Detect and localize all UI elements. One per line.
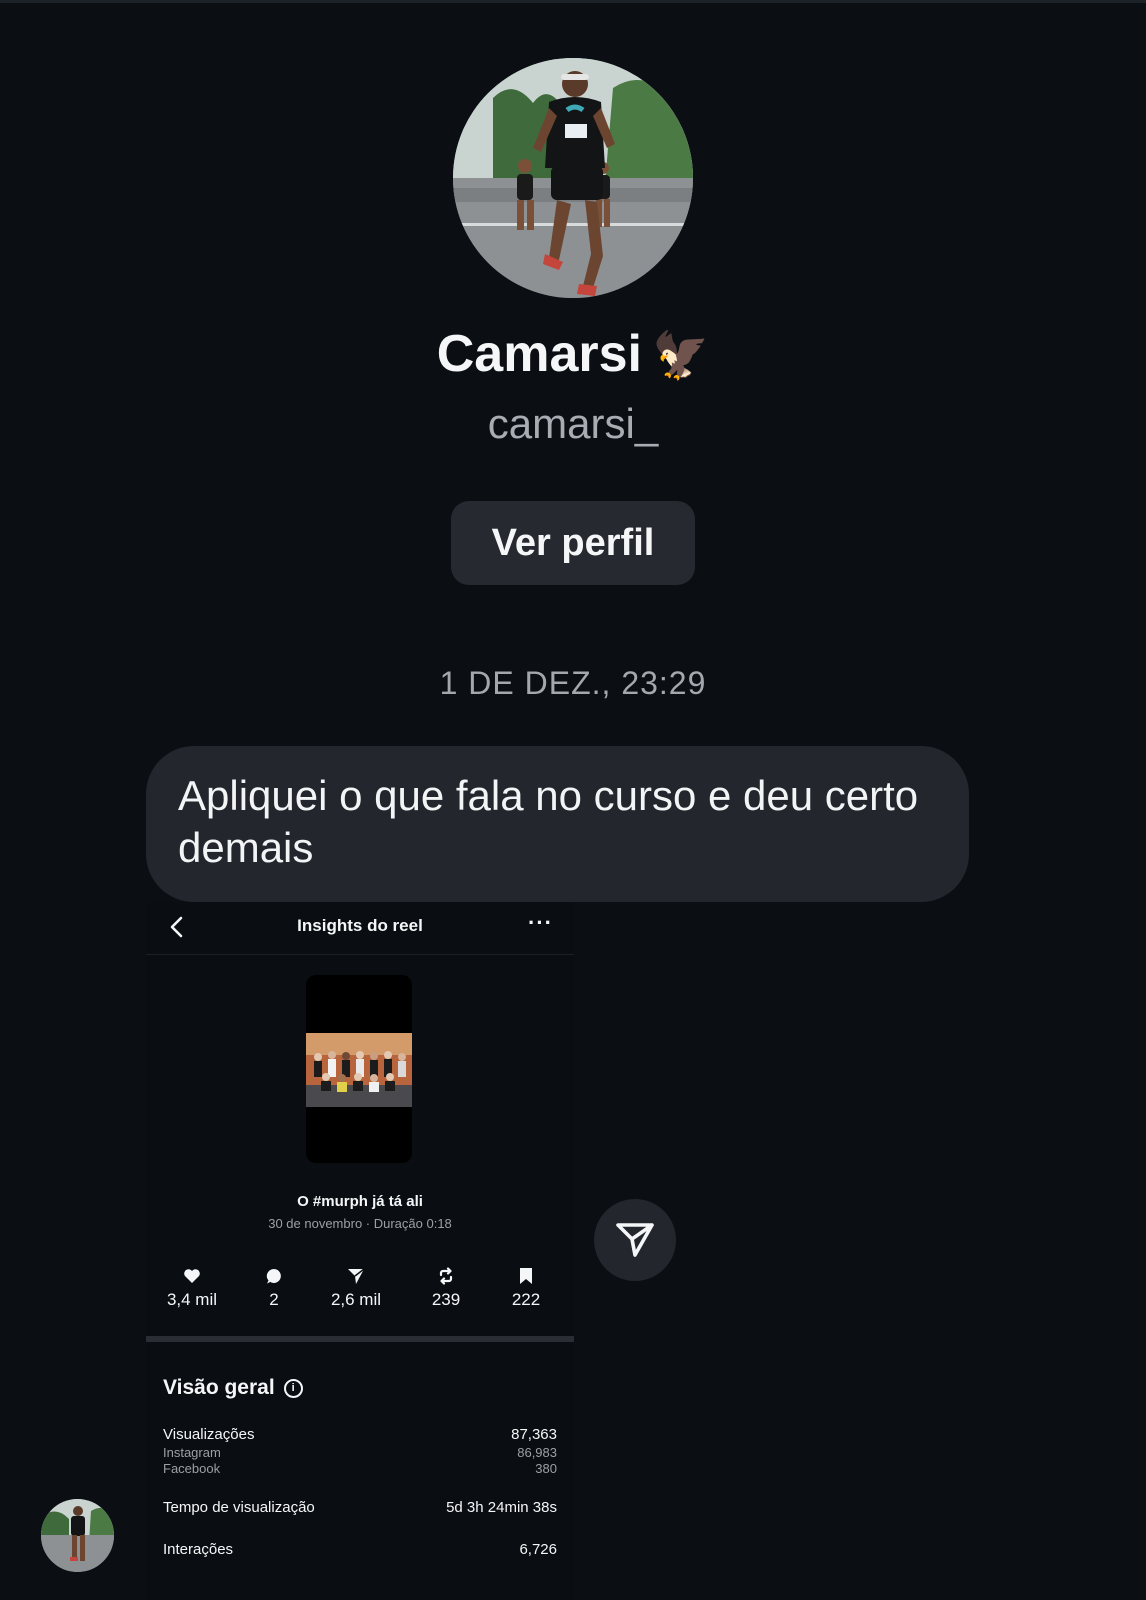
message-bubble[interactable]: Apliquei o que fala no curso e deu certo…	[146, 746, 969, 902]
repost-icon	[439, 1267, 453, 1285]
watch-time-label: Tempo de visualização	[163, 1499, 315, 1516]
stat-reposts: 239	[406, 1266, 486, 1310]
watch-time-value: 5d 3h 24min 38s	[446, 1499, 557, 1516]
message-text: Apliquei o que fala no curso e deu certo…	[178, 772, 919, 871]
insights-header: Insights do reel ···	[146, 902, 574, 955]
profile-handle: camarsi_	[487, 400, 659, 447]
bookmark-icon	[520, 1268, 532, 1284]
runner-photo-small	[41, 1499, 114, 1572]
group-photo	[306, 1033, 412, 1107]
overview-title: Visão geral	[163, 1376, 275, 1399]
interactions-value: 6,726	[519, 1541, 557, 1558]
views-value: 87,363	[511, 1426, 557, 1443]
reel-thumbnail	[306, 975, 412, 1163]
heart-icon	[184, 1269, 200, 1283]
profile-avatar[interactable]	[453, 58, 693, 298]
view-profile-button[interactable]: Ver perfil	[451, 501, 695, 585]
reel-meta: 30 de novembro · Duração 0:18	[268, 1216, 452, 1231]
more-options-icon: ···	[528, 910, 553, 935]
views-label: Visualizações	[163, 1426, 255, 1443]
stat-comments: 2	[234, 1266, 314, 1310]
facebook-value: 380	[535, 1461, 557, 1476]
instagram-value: 86,983	[517, 1445, 557, 1460]
stat-reposts-value: 239	[431, 1290, 461, 1309]
stat-likes-value: 3,4 mil	[166, 1290, 218, 1309]
send-icon	[616, 1223, 654, 1257]
interactions-label: Interações	[163, 1541, 234, 1558]
insights-title: Insights do reel	[297, 916, 423, 935]
sender-avatar[interactable]	[41, 1499, 114, 1572]
section-divider	[146, 1336, 574, 1342]
reel-stats: 3,4 mil 2 2,6 mil 239 222	[146, 1266, 574, 1316]
insights-screenshot[interactable]: Insights do reel ··· O #murph já tá ali …	[146, 902, 574, 1600]
stat-saves-value: 222	[511, 1290, 541, 1309]
instagram-label: Instagram	[163, 1445, 221, 1460]
top-divider	[0, 0, 1146, 3]
info-icon[interactable]: i	[283, 1378, 303, 1398]
share-icon	[348, 1267, 365, 1284]
stat-likes: 3,4 mil	[152, 1266, 232, 1310]
date-separator: 1 DE DEZ., 23:29	[439, 665, 707, 701]
reel-caption: O #murph já tá ali	[297, 1193, 423, 1210]
stat-comments-value: 2	[269, 1290, 279, 1309]
overview-heading: Visão geral i	[163, 1376, 303, 1400]
share-button[interactable]	[594, 1199, 676, 1281]
profile-name: Camarsi	[436, 325, 642, 383]
profile-name-row: Camarsi 🦅	[0, 322, 1146, 387]
eagle-emoji-icon: 🦅	[651, 329, 710, 381]
stat-saves: 222	[486, 1266, 566, 1310]
stat-shares-value: 2,6 mil	[330, 1290, 382, 1309]
comment-icon	[266, 1268, 281, 1284]
stat-shares: 2,6 mil	[316, 1266, 396, 1310]
facebook-label: Facebook	[163, 1461, 221, 1476]
runner-photo	[453, 58, 693, 298]
